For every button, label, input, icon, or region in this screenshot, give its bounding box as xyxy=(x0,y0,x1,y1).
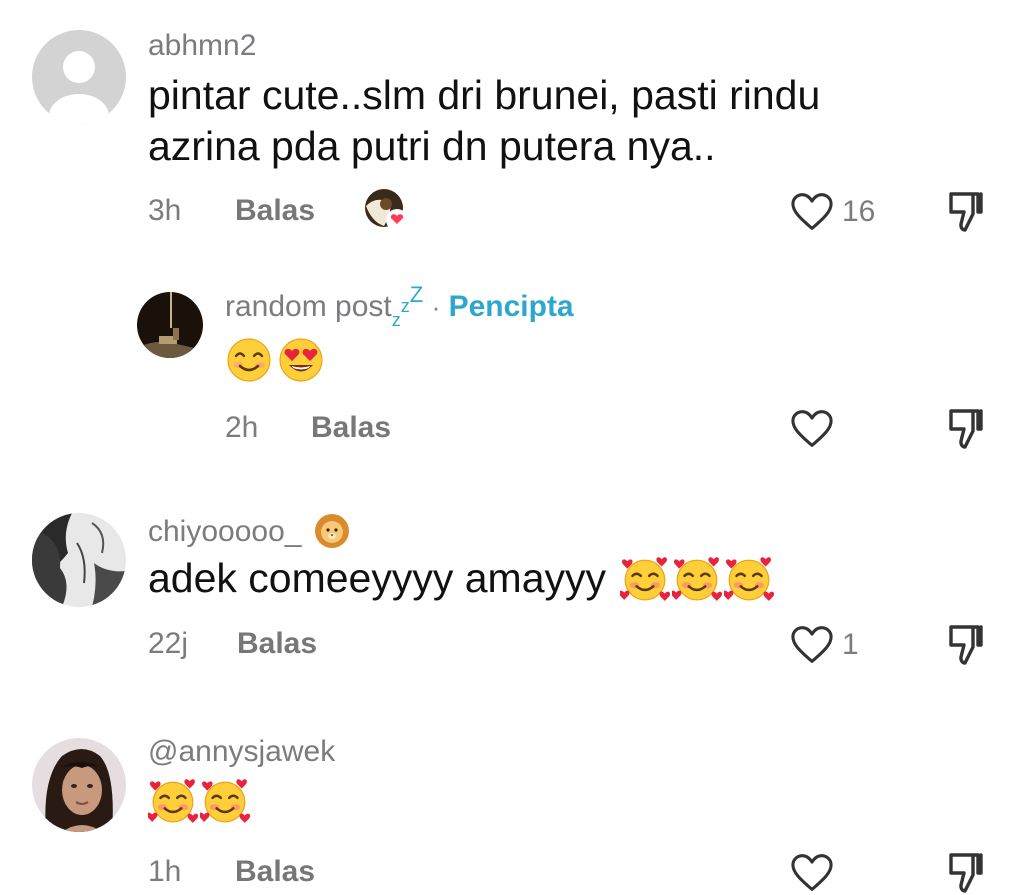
comment-text: pintar cute..slm dri brunei, pasti rindu… xyxy=(148,72,821,169)
heart-outline-icon xyxy=(790,409,834,449)
thumbs-down-icon xyxy=(946,190,986,234)
smiling-face-with-hearts-icon xyxy=(200,776,250,826)
creator-liked-badge xyxy=(364,188,408,232)
dislike-button[interactable] xyxy=(946,851,986,895)
smiling-face-with-hearts-icon xyxy=(672,554,722,604)
comment-timestamp: 22j xyxy=(148,627,189,660)
comment-username[interactable]: @annysjawek xyxy=(148,737,335,767)
comment-text-body: adek comeeyyyy amayyy xyxy=(148,555,607,601)
reply-username[interactable]: random post xyxy=(225,290,392,323)
comment-item: abhmn2 pintar cute..slm dri brunei, past… xyxy=(0,0,1024,260)
smiling-face-icon xyxy=(225,336,273,384)
comment-username[interactable]: abhmn2 xyxy=(148,31,256,61)
thumbs-down-icon xyxy=(946,851,986,895)
zz-suffix: Z xyxy=(409,282,424,307)
comment-timestamp: 1h xyxy=(148,855,182,888)
zz-suffix: z xyxy=(400,296,410,316)
reply-button[interactable]: Balas xyxy=(235,857,315,887)
dislike-button[interactable] xyxy=(946,190,986,239)
like-button[interactable]: 16 xyxy=(790,192,875,232)
reply-emojis xyxy=(225,336,325,384)
reply-button[interactable]: Balas xyxy=(311,413,391,443)
reply-button[interactable]: Balas xyxy=(235,196,315,226)
thumbs-down-icon xyxy=(946,407,986,451)
reply-button[interactable]: Balas xyxy=(237,629,317,659)
comment-item: chiyooooo_ adek comeeyyyy amayyy 22j Bal… xyxy=(0,480,1024,700)
comment-emojis xyxy=(148,776,250,826)
like-button[interactable]: 1 xyxy=(790,625,859,665)
comment-username[interactable]: chiyooooo_ xyxy=(148,513,350,549)
reply-timestamp: 2h xyxy=(225,411,259,444)
comment-timestamp: 3h xyxy=(148,194,182,227)
like-button[interactable] xyxy=(790,853,834,893)
creator-avatar[interactable] xyxy=(137,292,203,358)
like-count: 16 xyxy=(842,195,876,228)
smiling-face-with-hearts-icon xyxy=(620,554,670,604)
like-button[interactable] xyxy=(790,409,834,449)
comment-emojis xyxy=(620,554,774,604)
reply-username-row: random postzzZ · Pencipta xyxy=(225,284,574,330)
dislike-button[interactable] xyxy=(946,407,986,456)
thumbs-down-icon xyxy=(946,623,986,667)
smiling-face-with-hearts-icon xyxy=(148,776,198,826)
heart-eyes-face-icon xyxy=(277,336,325,384)
separator-dot: · xyxy=(431,292,441,322)
user-avatar[interactable] xyxy=(32,513,126,607)
heart-outline-icon xyxy=(790,853,834,893)
user-avatar[interactable] xyxy=(32,738,126,832)
comment-thread: abhmn2 pintar cute..slm dri brunei, past… xyxy=(0,0,1024,895)
dislike-button[interactable] xyxy=(946,623,986,672)
reply-item: random postzzZ · Pencipta 2h Balas xyxy=(0,260,1024,470)
comment-item: @annysjawek 1h Balas xyxy=(0,710,1024,895)
smiling-face-with-hearts-icon xyxy=(724,554,774,604)
default-avatar-icon xyxy=(32,30,126,124)
lion-face-icon xyxy=(314,514,349,548)
zz-suffix: z xyxy=(391,310,401,330)
like-count: 1 xyxy=(842,628,859,661)
user-avatar[interactable] xyxy=(32,30,126,124)
heart-outline-icon xyxy=(790,192,834,232)
comment-text: adek comeeyyyy amayyy xyxy=(148,553,774,604)
creator-label: Pencipta xyxy=(448,290,574,323)
heart-outline-icon xyxy=(790,625,834,665)
comment-username-text: chiyooooo_ xyxy=(148,515,302,548)
